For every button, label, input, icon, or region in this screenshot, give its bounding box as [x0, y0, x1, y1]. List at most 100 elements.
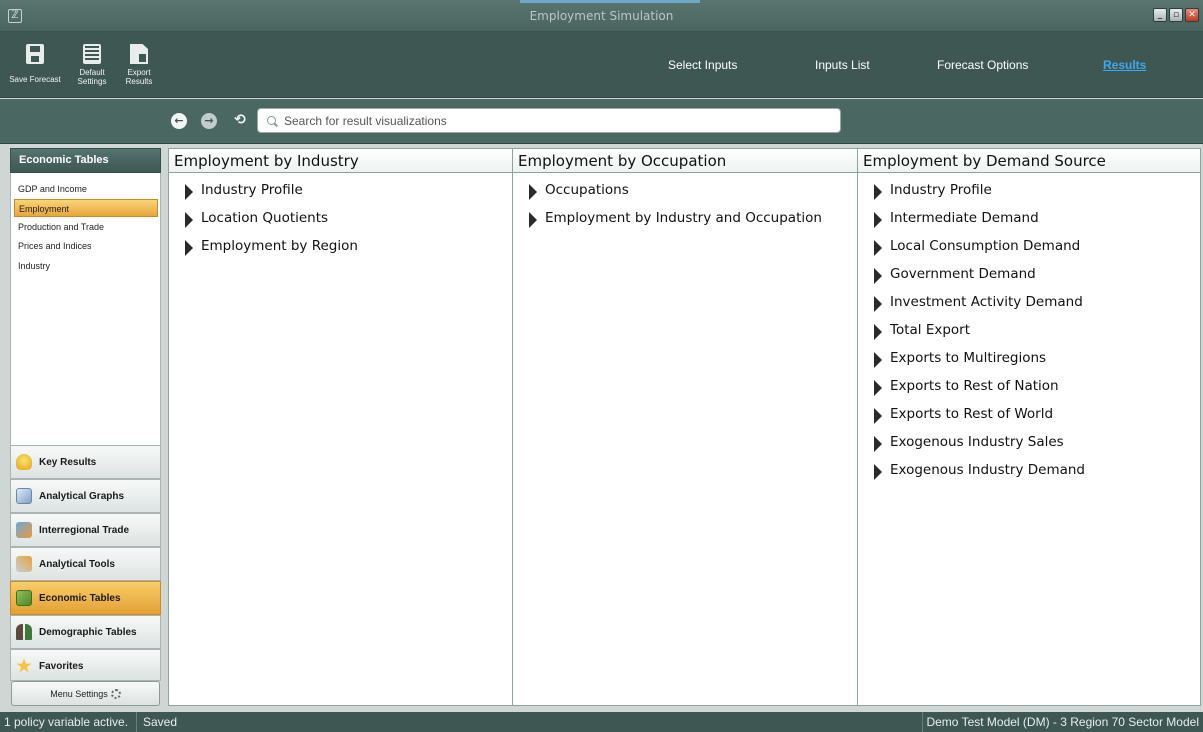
list-item[interactable]: Exports to Rest of World [858, 404, 1200, 432]
panel-item-list: Industry Profile Location Quotients Empl… [169, 173, 512, 264]
menu-settings-label: Menu Settings [50, 689, 108, 699]
expand-arrow-icon [185, 184, 193, 200]
tab-results[interactable]: Results [1103, 58, 1146, 72]
status-saved: Saved [143, 715, 178, 729]
maximize-icon[interactable]: ▫ [1169, 8, 1183, 22]
category-interregional-trade[interactable]: Interregional Trade [10, 513, 161, 547]
item-label: Exports to Rest of World [890, 406, 1054, 422]
panel-title: Employment by Occupation [513, 149, 857, 173]
item-label: Investment Activity Demand [890, 294, 1083, 310]
expand-arrow-icon [874, 464, 882, 480]
category-label: Favorites [39, 661, 84, 672]
category-analytical-graphs[interactable]: Analytical Graphs [10, 479, 161, 513]
window-title: Employment Simulation [529, 9, 674, 23]
list-item[interactable]: Exports to Rest of Nation [858, 376, 1200, 404]
panel-title: Employment by Industry [169, 149, 512, 173]
item-label: Exports to Multiregions [890, 350, 1047, 366]
category-label: Economic Tables [39, 593, 121, 604]
list-item[interactable]: Employment by Region [169, 236, 512, 264]
list-item[interactable]: Occupations [513, 180, 857, 208]
category-demographic-tables[interactable]: Demographic Tables [10, 615, 161, 649]
list-item[interactable]: Government Demand [858, 264, 1200, 292]
panel-item-list: Occupations Employment by Industry and O… [513, 173, 857, 236]
list-item[interactable]: Location Quotients [169, 208, 512, 236]
category-label: Key Results [39, 457, 97, 468]
item-label: Location Quotients [201, 210, 329, 226]
item-label: Local Consumption Demand [890, 238, 1081, 254]
expand-arrow-icon [529, 184, 537, 200]
item-label: Exogenous Industry Demand [890, 462, 1086, 478]
category-economic-tables[interactable]: Economic Tables [10, 581, 161, 615]
nav-tabs: Select Inputs Inputs List Forecast Optio… [0, 58, 1203, 78]
sidebar-item-employment[interactable]: Employment [14, 199, 158, 217]
panel-item-list: Industry Profile Intermediate Demand Loc… [858, 173, 1200, 488]
item-label: Employment by Industry and Occupation [545, 210, 822, 226]
list-item[interactable]: Exogenous Industry Demand [858, 460, 1200, 488]
status-model-name: Demo Test Model (DM) - 3 Region 70 Secto… [926, 715, 1199, 729]
expand-arrow-icon [874, 380, 882, 396]
sidebar-item-gdp-and-income[interactable]: GDP and Income [14, 180, 158, 198]
tab-select-inputs[interactable]: Select Inputs [668, 58, 737, 72]
close-icon[interactable]: ✕ [1185, 8, 1199, 22]
category-favorites[interactable]: Favorites [10, 649, 161, 681]
category-label: Interregional Trade [39, 525, 130, 536]
lightbulb-icon [16, 454, 32, 470]
expand-arrow-icon [874, 184, 882, 200]
category-label: Analytical Tools [39, 559, 115, 570]
item-label: Exogenous Industry Sales [890, 434, 1064, 450]
panel-employment-by-industry: Employment by Industry Industry Profile … [169, 149, 513, 706]
list-item[interactable]: Industry Profile [858, 180, 1200, 208]
people-icon [16, 624, 32, 640]
list-item[interactable]: Investment Activity Demand [858, 292, 1200, 320]
panel-title: Employment by Demand Source [858, 149, 1200, 173]
list-item[interactable]: Employment by Industry and Occupation [513, 208, 857, 236]
tab-forecast-options[interactable]: Forecast Options [937, 58, 1028, 72]
search-input[interactable] [284, 112, 824, 130]
item-label: Employment by Region [201, 238, 358, 254]
status-divider [922, 712, 923, 732]
item-label: Government Demand [890, 266, 1036, 282]
menu-settings-button[interactable]: Menu Settings [11, 681, 160, 706]
search-box [257, 108, 841, 133]
gear-icon [110, 689, 121, 699]
forward-arrow-icon[interactable]: → [201, 113, 217, 129]
window-controls: _ ▫ ✕ [1153, 8, 1199, 22]
expand-arrow-icon [874, 212, 882, 228]
map-icon [16, 522, 32, 538]
list-item[interactable]: Total Export [858, 320, 1200, 348]
back-arrow-icon[interactable]: ← [171, 113, 187, 129]
list-item[interactable]: Intermediate Demand [858, 208, 1200, 236]
list-item[interactable]: Exports to Multiregions [858, 348, 1200, 376]
item-label: Industry Profile [890, 182, 992, 198]
list-item[interactable]: Industry Profile [169, 180, 512, 208]
category-key-results[interactable]: Key Results [10, 445, 161, 479]
category-analytical-tools[interactable]: Analytical Tools [10, 547, 161, 581]
tools-icon [16, 556, 32, 572]
category-label: Analytical Graphs [39, 491, 125, 502]
history-icon[interactable]: ⟲ [231, 111, 249, 129]
panel-employment-by-occupation: Employment by Occupation Occupations Emp… [513, 149, 858, 706]
ribbon: Save Forecast Default Settings Export Re… [0, 32, 1203, 98]
tab-inputs-list[interactable]: Inputs List [815, 58, 870, 72]
list-item[interactable]: Local Consumption Demand [858, 236, 1200, 264]
status-bar: 1 policy variable active. Saved Demo Tes… [0, 712, 1203, 732]
expand-arrow-icon [874, 296, 882, 312]
expand-arrow-icon [874, 324, 882, 340]
status-divider [136, 712, 137, 732]
expand-arrow-icon [529, 212, 537, 228]
sidebar-item-production-and-trade[interactable]: Production and Trade [14, 218, 158, 236]
list-item[interactable]: Exogenous Industry Sales [858, 432, 1200, 460]
sidebar-item-industry[interactable]: Industry [14, 257, 158, 275]
minimize-icon[interactable]: _ [1153, 8, 1167, 22]
item-label: Total Export [890, 322, 971, 338]
title-accent-bar [520, 0, 700, 3]
expand-arrow-icon [874, 352, 882, 368]
sidebar-header: Economic Tables [10, 148, 161, 173]
category-label: Demographic Tables [39, 627, 137, 638]
sidebar-item-prices-and-indices[interactable]: Prices and Indices [14, 237, 158, 255]
sidebar: Economic Tables GDP and Income Employmen… [10, 148, 161, 706]
star-icon [16, 658, 32, 673]
expand-arrow-icon [874, 408, 882, 424]
table-icon [16, 590, 32, 606]
expand-arrow-icon [874, 268, 882, 284]
